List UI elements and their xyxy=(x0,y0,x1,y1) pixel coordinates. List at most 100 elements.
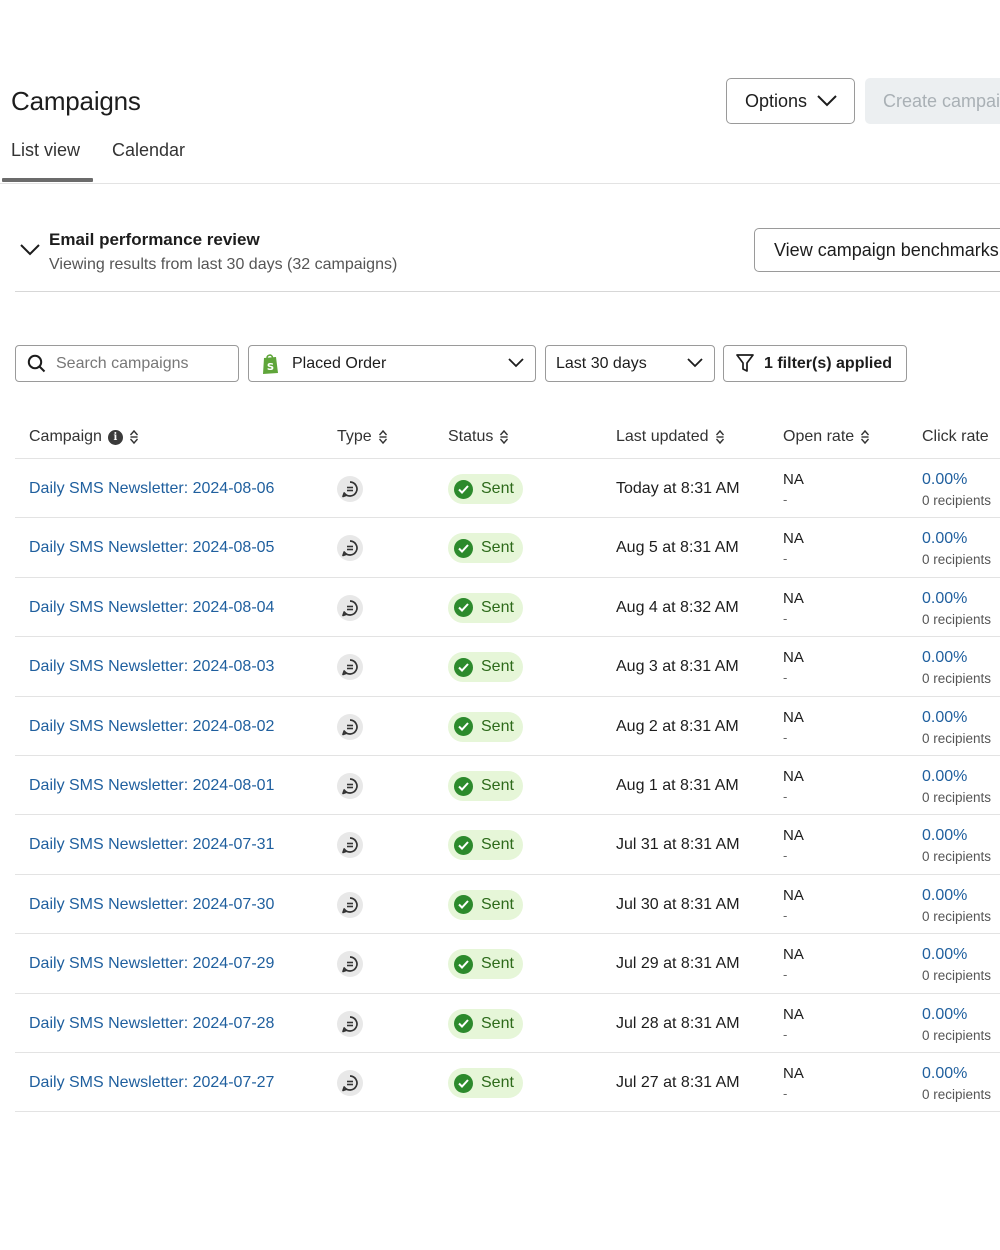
campaign-name-link[interactable]: Daily SMS Newsletter: 2024-07-27 xyxy=(29,1074,274,1092)
chevron-down-icon[interactable] xyxy=(20,244,40,256)
last-updated-value: Today at 8:31 AM xyxy=(616,480,740,497)
status-badge: Sent xyxy=(448,592,523,623)
sort-icon[interactable] xyxy=(378,429,388,445)
campaign-name-link[interactable]: Daily SMS Newsletter: 2024-07-28 xyxy=(29,1015,274,1033)
open-rate-sub: - xyxy=(783,551,788,567)
campaign-name-link[interactable]: Daily SMS Newsletter: 2024-08-02 xyxy=(29,718,274,736)
click-rate-link[interactable]: 0.00% xyxy=(922,709,967,727)
sms-message-icon xyxy=(342,956,358,973)
status-label: Sent xyxy=(481,480,514,497)
table-row[interactable]: Daily SMS Newsletter: 2024-08-04 Sent Aug … xyxy=(15,578,1000,638)
campaign-type-badge xyxy=(337,891,363,918)
sort-icon[interactable] xyxy=(860,429,870,445)
click-rate-link[interactable]: 0.00% xyxy=(922,530,967,548)
tab-list-view[interactable]: List view xyxy=(11,140,80,161)
click-rate-recipients: 0 recipients xyxy=(922,493,992,508)
column-header-type[interactable]: Type xyxy=(337,428,388,446)
open-rate-value: NA xyxy=(783,886,804,904)
status-label: Sent xyxy=(481,895,514,913)
open-rate-value: NA xyxy=(783,946,804,964)
status-badge: Sent xyxy=(448,652,523,683)
click-rate-recipients: 0 recipients xyxy=(922,849,992,865)
column-header-open-rate[interactable]: Open rate xyxy=(783,428,870,446)
column-header-label: Campaign xyxy=(29,428,102,445)
table-row[interactable]: Daily SMS Newsletter: 2024-07-27 Sent Jul … xyxy=(15,1053,1000,1113)
open-rate-sub: - xyxy=(783,1026,788,1042)
open-rate-sub: - xyxy=(783,848,788,864)
click-rate-link[interactable]: 0.00% xyxy=(922,471,967,489)
event-metric-select[interactable]: S Placed Order xyxy=(248,345,536,382)
table-row[interactable]: Daily SMS Newsletter: 2024-08-01 Sent Aug … xyxy=(15,756,1000,816)
open-rate-value: NA xyxy=(783,708,804,726)
search-input[interactable]: Search campaigns xyxy=(15,345,239,382)
column-header-status[interactable]: Status xyxy=(448,428,509,446)
click-rate-link[interactable]: 0.00% xyxy=(922,590,967,608)
create-campaign-label: Create campaign xyxy=(883,90,1000,111)
click-rate-link[interactable]: 0.00% xyxy=(922,1006,967,1024)
campaign-name-link[interactable]: Daily SMS Newsletter: 2024-08-05 xyxy=(29,539,274,557)
column-header-label: Open rate xyxy=(783,428,855,445)
last-updated-value: Aug 4 at 8:32 AM xyxy=(616,598,739,616)
table-row[interactable]: Daily SMS Newsletter: 2024-07-28 Sent Jul … xyxy=(15,994,1000,1053)
campaign-name-link[interactable]: Daily SMS Newsletter: 2024-07-30 xyxy=(29,896,274,914)
table-row[interactable]: Daily SMS Newsletter: 2024-08-03 Sent Aug … xyxy=(15,637,1000,697)
date-range-select[interactable]: Last 30 days xyxy=(545,345,715,382)
sms-message-icon xyxy=(342,659,358,676)
open-rate-sub: - xyxy=(783,967,788,983)
status-label: Sent xyxy=(481,1014,514,1032)
campaign-name-link[interactable]: Daily SMS Newsletter: 2024-08-04 xyxy=(29,599,274,617)
table-row[interactable]: Daily SMS Newsletter: 2024-07-31 Sent Jul … xyxy=(15,815,1000,875)
campaign-name-link[interactable]: Daily SMS Newsletter: 2024-07-29 xyxy=(29,955,274,973)
column-header-click-rate[interactable]: Click rate xyxy=(922,428,989,446)
click-rate-link[interactable]: 0.00% xyxy=(922,887,967,905)
status-label: Sent xyxy=(481,658,514,676)
status-badge: Sent xyxy=(448,533,523,564)
campaign-name-link[interactable]: Daily SMS Newsletter: 2024-07-31 xyxy=(29,836,274,854)
status-badge: Sent xyxy=(448,711,523,742)
table-row[interactable]: Daily SMS Newsletter: 2024-07-30 Sent Jul … xyxy=(15,875,1000,935)
date-range-value: Last 30 days xyxy=(556,354,647,372)
sms-message-icon xyxy=(342,778,358,795)
table-row[interactable]: Daily SMS Newsletter: 2024-08-06 Sent Toda… xyxy=(15,459,1000,519)
table-row[interactable]: Daily SMS Newsletter: 2024-08-02 Sent Aug … xyxy=(15,697,1000,756)
event-metric-value: Placed Order xyxy=(292,354,387,372)
sort-icon[interactable] xyxy=(715,429,725,445)
click-rate-link[interactable]: 0.00% xyxy=(922,768,967,786)
open-rate-value: NA xyxy=(783,827,804,845)
status-label: Sent xyxy=(481,598,514,616)
chevron-down-icon xyxy=(817,95,837,107)
click-rate-recipients: 0 recipients xyxy=(922,671,992,687)
create-campaign-button[interactable]: Create campaign xyxy=(865,78,1000,124)
column-header-last-updated[interactable]: Last updated xyxy=(616,428,725,446)
column-header-label: Last updated xyxy=(616,428,709,445)
info-icon[interactable]: i xyxy=(107,429,123,445)
check-circle-icon xyxy=(454,776,473,796)
view-benchmarks-button[interactable]: View campaign benchmarks xyxy=(754,228,1000,272)
campaign-name-link[interactable]: Daily SMS Newsletter: 2024-08-06 xyxy=(29,480,274,498)
status-label: Sent xyxy=(481,1074,514,1091)
table-row[interactable]: Daily SMS Newsletter: 2024-08-05 Sent Aug … xyxy=(15,518,1000,578)
campaign-name-link[interactable]: Daily SMS Newsletter: 2024-08-01 xyxy=(29,777,274,795)
click-rate-link[interactable]: 0.00% xyxy=(922,1065,967,1083)
status-label: Sent xyxy=(481,836,514,854)
open-rate-value: NA xyxy=(783,649,804,667)
column-header-campaign[interactable]: Campaign i xyxy=(29,428,139,446)
check-circle-icon xyxy=(454,1014,473,1034)
column-header-label: Status xyxy=(448,428,494,445)
sms-message-icon xyxy=(342,718,358,735)
filters-button[interactable]: 1 filter(s) applied xyxy=(723,345,907,382)
campaign-name-link[interactable]: Daily SMS Newsletter: 2024-08-03 xyxy=(29,658,274,676)
chevron-down-icon xyxy=(508,358,524,368)
table-row[interactable]: Daily SMS Newsletter: 2024-07-29 Sent Jul … xyxy=(15,934,1000,994)
open-rate-sub: - xyxy=(783,492,788,507)
campaign-type-badge xyxy=(337,535,363,562)
sort-icon[interactable] xyxy=(499,429,509,445)
click-rate-link[interactable]: 0.00% xyxy=(922,827,967,845)
click-rate-link[interactable]: 0.00% xyxy=(922,649,967,667)
last-updated-value: Jul 29 at 8:31 AM xyxy=(616,955,740,973)
tab-calendar[interactable]: Calendar xyxy=(112,140,185,161)
last-updated-value: Aug 5 at 8:31 AM xyxy=(616,539,739,557)
sort-icon[interactable] xyxy=(129,429,139,445)
click-rate-link[interactable]: 0.00% xyxy=(922,946,967,964)
options-button[interactable]: Options xyxy=(726,78,855,124)
